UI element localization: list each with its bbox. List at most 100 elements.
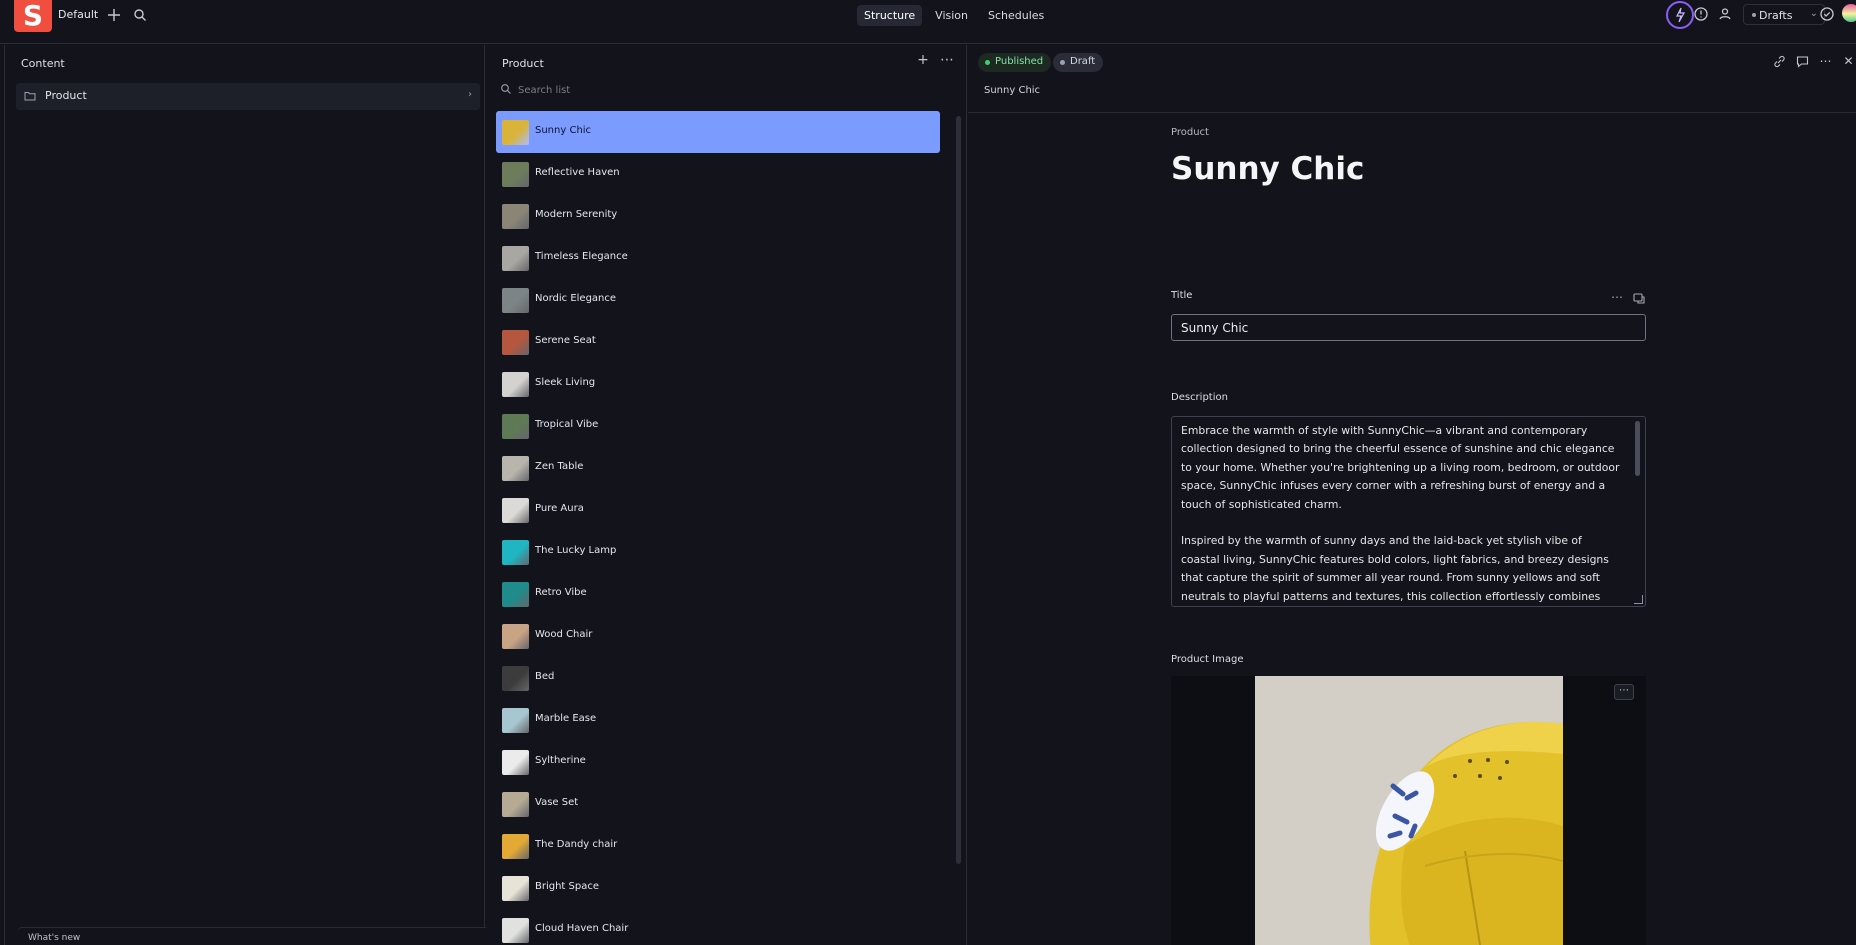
perspective-select[interactable]: Drafts ⌄ — [1743, 4, 1825, 25]
perspective-label: Drafts — [1759, 9, 1793, 22]
published-badge[interactable]: Published — [978, 53, 1052, 72]
tab-structure[interactable]: Structure — [857, 5, 923, 26]
more-options-icon[interactable]: ⋯ — [940, 53, 954, 67]
link-icon[interactable] — [1772, 54, 1787, 69]
document-title: The Dandy chair — [535, 839, 618, 850]
document-type: Product — [1171, 127, 1209, 138]
document-thumbnail — [502, 876, 529, 901]
textarea-scrollbar[interactable] — [1635, 421, 1640, 476]
document-title: Bed — [535, 671, 555, 682]
title-input[interactable] — [1171, 314, 1646, 341]
image-options-button[interactable]: ⋯ — [1614, 684, 1634, 700]
document-thumbnail — [502, 330, 529, 355]
document-thumbnail — [502, 246, 529, 271]
tool-tabs: Structure Vision Schedules — [857, 5, 1051, 26]
add-icon[interactable]: + — [916, 53, 930, 67]
document-thumbnail — [502, 834, 529, 859]
status-dot — [1752, 13, 1756, 17]
document-list-item[interactable]: Sunny Chic — [496, 111, 940, 153]
user-avatar[interactable] — [1842, 4, 1856, 22]
content-item-label: Product — [45, 89, 87, 102]
chevron-right-icon: › — [468, 89, 472, 100]
resize-handle[interactable] — [1634, 595, 1643, 604]
description-text: Embrace the warmth of style with SunnyCh… — [1181, 424, 1620, 603]
search-list — [500, 79, 956, 101]
document-list-item[interactable]: Serene Seat — [496, 321, 940, 363]
pane-title: Product — [502, 57, 544, 70]
presence-icon[interactable] — [1717, 6, 1733, 22]
document-list-item[interactable]: Wood Chair — [496, 615, 940, 657]
document-title: Retro Vibe — [535, 587, 587, 598]
sanity-logo[interactable]: S — [14, 0, 52, 32]
document-title: Vase Set — [535, 797, 579, 808]
description-textarea[interactable]: Embrace the warmth of style with SunnyCh… — [1171, 416, 1646, 607]
document-thumbnail — [502, 666, 529, 691]
document-thumbnail — [502, 288, 529, 313]
document-list-item[interactable]: Sleek Living — [496, 363, 940, 405]
document-list-item[interactable]: The Lucky Lamp — [496, 531, 940, 573]
description-field-label: Description — [1171, 392, 1228, 403]
document-thumbnail — [502, 750, 529, 775]
more-options-icon[interactable]: ⋯ — [1818, 54, 1833, 69]
document-list-item[interactable]: Retro Vibe — [496, 573, 940, 615]
comment-icon[interactable] — [1795, 54, 1810, 69]
document-list-item[interactable]: Nordic Elegance — [496, 279, 940, 321]
search-icon — [500, 83, 512, 95]
document-list-item[interactable]: Bright Space — [496, 867, 940, 909]
document-list-item[interactable]: Tropical Vibe — [496, 405, 940, 447]
document-thumbnail — [502, 708, 529, 733]
help-icon[interactable] — [1693, 6, 1709, 22]
translate-icon[interactable] — [1632, 291, 1646, 305]
status-dot — [1060, 60, 1065, 65]
document-title: Sunny Chic — [535, 125, 592, 136]
whats-new-button[interactable]: What's new — [18, 927, 504, 945]
document-title: Nordic Elegance — [535, 293, 617, 304]
document-list-item[interactable]: The Dandy chair — [496, 825, 940, 867]
field-actions: ⋯ — [1610, 291, 1646, 305]
document-thumbnail — [502, 918, 529, 943]
document-list-item[interactable]: Modern Serenity — [496, 195, 940, 237]
content-pane: Content Product › — [4, 45, 485, 945]
product-image-field[interactable]: ⋯ — [1171, 676, 1646, 945]
document-title: Timeless Elegance — [535, 251, 628, 262]
document-list-item[interactable]: Zen Table — [496, 447, 940, 489]
search-icon[interactable] — [131, 6, 149, 24]
document-thumbnail — [502, 582, 529, 607]
document-thumbnail — [502, 792, 529, 817]
document-title: Pure Aura — [535, 503, 584, 514]
document-list-item[interactable]: Timeless Elegance — [496, 237, 940, 279]
document-title: Tropical Vibe — [535, 419, 599, 430]
document-thumbnail — [502, 414, 529, 439]
document-title: Cloud Haven Chair — [535, 923, 629, 934]
whats-new-label: What's new — [28, 933, 81, 943]
document-thumbnail — [502, 540, 529, 565]
content-item-product[interactable]: Product › — [16, 83, 480, 110]
document-list-item[interactable]: Pure Aura — [496, 489, 940, 531]
document-thumbnail — [502, 162, 529, 187]
document-list: Sunny Chic Reflective Haven Modern Serenit… — [496, 111, 940, 945]
more-options-icon[interactable]: ⋯ — [1610, 291, 1624, 305]
document-list-item[interactable]: Bed — [496, 657, 940, 699]
workspace-name[interactable]: Default — [58, 8, 98, 21]
create-new-icon[interactable] — [105, 6, 123, 24]
draft-badge[interactable]: Draft — [1053, 53, 1104, 72]
document-list-item[interactable]: Cloud Haven Chair — [496, 909, 940, 945]
tab-schedules[interactable]: Schedules — [981, 5, 1051, 26]
document-list-item[interactable]: Syltherine — [496, 741, 940, 783]
close-icon[interactable]: ✕ — [1841, 54, 1856, 69]
ai-assist-button[interactable] — [1666, 1, 1694, 29]
document-list-item[interactable]: Marble Ease — [496, 699, 940, 741]
pane-title: Content — [21, 57, 65, 70]
tab-vision[interactable]: Vision — [928, 5, 975, 26]
document-thumbnail — [502, 120, 529, 145]
document-list-item[interactable]: Reflective Haven — [496, 153, 940, 195]
tasks-check-icon[interactable] — [1819, 6, 1835, 22]
published-label: Published — [995, 56, 1044, 67]
document-title: Wood Chair — [535, 629, 593, 640]
document-title: Reflective Haven — [535, 167, 620, 178]
search-input[interactable] — [518, 79, 938, 101]
list-scrollbar[interactable] — [956, 116, 961, 864]
product-image-label: Product Image — [1171, 654, 1244, 665]
document-list-item[interactable]: Vase Set — [496, 783, 940, 825]
title-field-label: Title — [1171, 290, 1193, 301]
